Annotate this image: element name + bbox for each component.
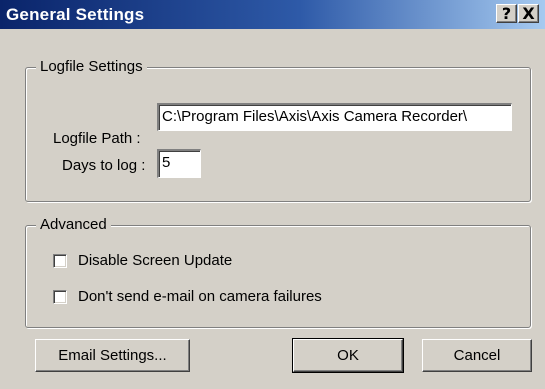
title-bar[interactable]: General Settings ? X: [0, 0, 545, 29]
logfile-path-label: Logfile Path :: [53, 130, 141, 147]
window-title: General Settings: [6, 5, 145, 24]
no-email-on-failure-label[interactable]: Don't send e-mail on camera failures: [78, 288, 322, 305]
email-settings-button[interactable]: Email Settings...: [35, 339, 190, 372]
advanced-legend: Advanced: [36, 216, 111, 233]
close-button[interactable]: X: [518, 4, 539, 23]
days-to-log-field[interactable]: 5: [157, 149, 201, 178]
help-button[interactable]: ?: [496, 4, 517, 23]
no-email-on-failure-checkbox[interactable]: [53, 290, 67, 304]
days-to-log-label: Days to log :: [62, 157, 146, 174]
advanced-group: Advanced: [25, 216, 531, 328]
disable-screen-update-label[interactable]: Disable Screen Update: [78, 252, 232, 269]
ok-button[interactable]: OK: [292, 338, 404, 373]
logfile-settings-legend: Logfile Settings: [36, 58, 147, 75]
disable-screen-update-checkbox[interactable]: [53, 254, 67, 268]
cancel-button[interactable]: Cancel: [422, 339, 532, 372]
general-settings-dialog: General Settings ? X Logfile Settings Lo…: [0, 0, 545, 389]
logfile-path-field[interactable]: C:\Program Files\Axis\Axis Camera Record…: [157, 103, 512, 131]
